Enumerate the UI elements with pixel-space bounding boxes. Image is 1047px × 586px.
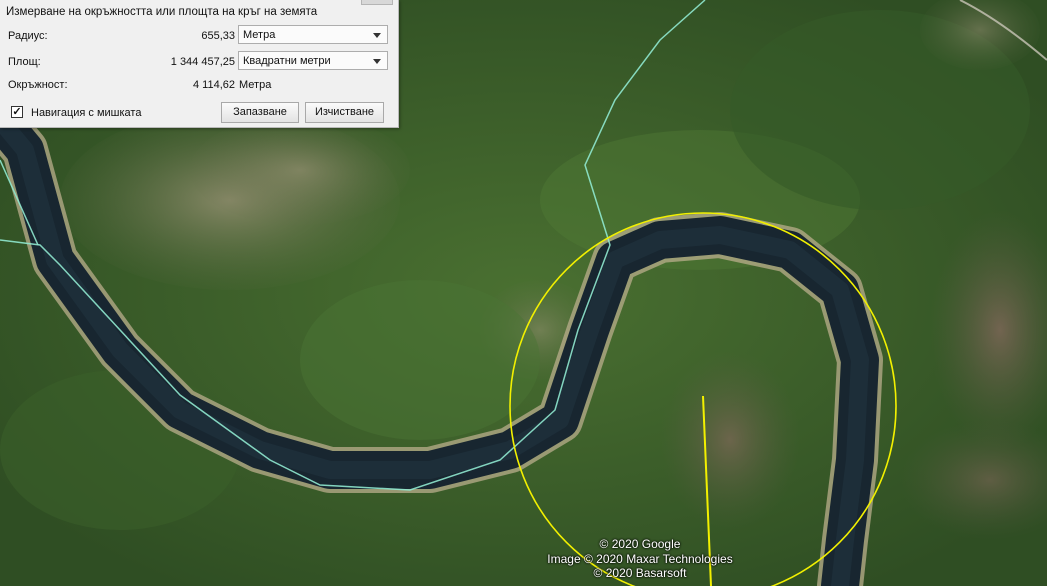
- area-unit-select[interactable]: Квадратни метри: [238, 51, 388, 70]
- credit-line: © 2020 Google: [599, 537, 681, 551]
- panel-title: Измерване на окръжността или площта на к…: [6, 6, 318, 18]
- radius-value: 655,33: [201, 30, 235, 42]
- chevron-down-icon: [373, 33, 381, 38]
- circumference-unit: Метра: [239, 79, 272, 91]
- imagery-credits: © 2020 Google Image © 2020 Maxar Technol…: [535, 537, 745, 581]
- credit-line: Image © 2020 Maxar Technologies: [547, 551, 733, 566]
- radius-label: Радиус:: [8, 30, 48, 42]
- chevron-down-icon: [373, 59, 381, 64]
- circumference-label: Окръжност:: [8, 79, 68, 91]
- radius-unit-select[interactable]: Метра: [238, 25, 388, 44]
- mouse-navigation-label[interactable]: Навигация с мишката: [31, 107, 141, 119]
- clear-button[interactable]: Изчистване: [305, 102, 384, 123]
- measure-circle-panel: Измерване на окръжността или площта на к…: [0, 0, 399, 128]
- credit-line: © 2020 Basarsoft: [593, 566, 687, 580]
- area-label: Площ:: [8, 56, 41, 68]
- area-value: 1 344 457,25: [170, 56, 235, 68]
- save-button[interactable]: Запазване: [221, 102, 299, 123]
- circumference-value: 4 114,62: [192, 79, 235, 91]
- radius-unit-label: Метра: [243, 29, 276, 41]
- mouse-navigation-checkbox[interactable]: ✓: [11, 106, 23, 118]
- close-button[interactable]: [361, 0, 393, 5]
- area-unit-label: Квадратни метри: [243, 55, 331, 67]
